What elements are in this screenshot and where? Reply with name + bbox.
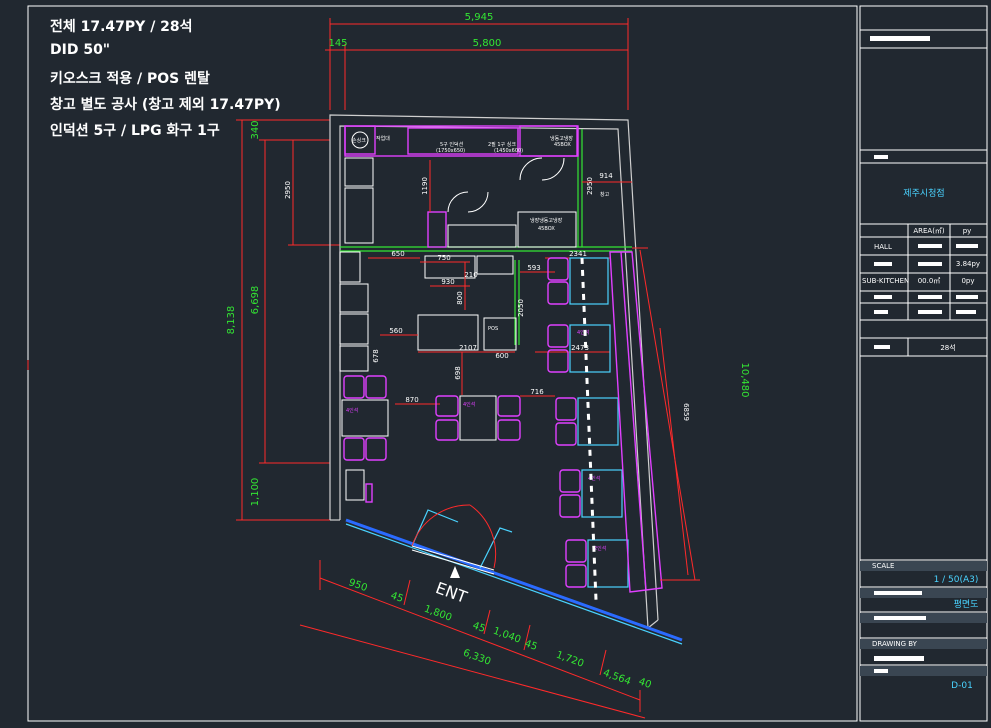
dim-bottom-40: 40	[637, 676, 653, 691]
label-induction-dim: (1750x650)	[436, 148, 465, 154]
dim-bottom-4564: 4,564	[602, 668, 633, 688]
row-sub-area: 00.0㎡	[918, 277, 941, 285]
dim-bottom-45c: 45	[523, 638, 539, 653]
dim-870: 870	[405, 396, 418, 404]
dim-678: 678	[372, 349, 380, 362]
interior-dimensions: 650 750 930 210 800 560 2107 600 2050 59…	[368, 160, 632, 405]
label-pos: POS	[488, 326, 498, 332]
dim-650: 650	[391, 250, 404, 258]
label-seat4-right1: 4인석	[577, 329, 589, 336]
drawing-name: 평면도	[954, 599, 979, 610]
dim-top-offset: 145	[328, 38, 347, 49]
dim-left-mid: 6,698	[250, 286, 261, 315]
label-seat2-right: 2인석	[594, 545, 606, 552]
label-shelf: 작업대	[376, 135, 390, 142]
drawing-number: D-01	[951, 681, 973, 691]
scale-value: 1 / 50(A3)	[934, 575, 979, 585]
entrance-label: ENT	[433, 578, 470, 607]
note-did: DID 50"	[50, 42, 111, 58]
aisle-centerline	[580, 257, 598, 601]
dim-2050: 2050	[517, 299, 525, 317]
note-kiosk: 키오스크 적용 / POS 렌탈	[50, 71, 210, 87]
dim-left-overall: 8,138	[226, 306, 237, 335]
dim-560: 560	[389, 327, 402, 335]
row-hall-label: HALL	[874, 243, 892, 251]
dim-top-inner: 5,800	[473, 38, 502, 49]
label-sink-dim: (1450x600)	[494, 148, 523, 154]
dim-1190: 1190	[421, 177, 429, 195]
dim-bottom-950: 950	[347, 577, 369, 594]
row-sub-py: 0py	[961, 277, 974, 285]
scale-label: SCALE	[872, 562, 894, 570]
label-fridge45-mid: 45BOX	[538, 226, 555, 232]
dim-698: 698	[454, 366, 462, 379]
dim-593: 593	[527, 264, 540, 272]
area-header: AREA(㎡)	[913, 227, 945, 235]
dim-left-bottom: 1,100	[250, 478, 261, 507]
seat-count: 28석	[940, 343, 955, 352]
label-fridge-top: 냉동고냉장	[550, 135, 573, 142]
note-induction: 인덕션 5구 / LPG 화구 1구	[50, 123, 220, 139]
dim-800: 800	[456, 291, 464, 304]
dim-716: 716	[530, 388, 544, 396]
dim-left-top: 340	[250, 120, 261, 139]
drawing-by: DRAWING BY	[872, 640, 918, 648]
dim-bottom-1040: 1,040	[492, 626, 523, 646]
dim-930: 930	[441, 278, 454, 286]
dim-bottom-6330: 6,330	[462, 648, 493, 668]
dim-600: 600	[495, 352, 508, 360]
note-storage: 창고 별도 공사 (창고 제외 17.47PY)	[50, 97, 281, 113]
project-name: 제주시청점	[903, 187, 944, 199]
entrance-facade: ENT	[345, 504, 683, 645]
title-block: 제주시청점 AREA(㎡) py HALL 3.84py SUB-KITCHEN…	[860, 29, 987, 691]
row-sub-label: SUB-KITCHEN	[862, 277, 909, 285]
right-dimensions: 10,480 6859	[632, 247, 750, 581]
py-header: py	[963, 227, 972, 235]
dim-2107: 2107	[459, 344, 477, 352]
label-storage: 창고	[600, 191, 610, 198]
label-fridge-mid: 냉장냉동고냉장	[530, 217, 563, 224]
label-sink: 2필 1구 싱크	[488, 141, 516, 148]
label-seat4-left: 4인석	[346, 407, 358, 414]
dim-top-overall: 5,945	[465, 12, 494, 23]
label-seat4-mid: 4인석	[463, 401, 475, 408]
dim-right-kitchen-b: 914	[599, 172, 613, 180]
dim-right-kitchen-a: 2950	[586, 177, 594, 195]
label-induction: 5구 인덕션	[440, 141, 464, 148]
dining-tables: 4인석 4인석 4인석 4인석 2인석	[341, 251, 663, 593]
row-hall-py: 3.84py	[956, 260, 980, 268]
dim-bottom-1720: 1,720	[555, 650, 586, 670]
bottom-dimensions: 950 45 1,800 45 1,040 45 1,720 4,564 40 …	[299, 560, 653, 719]
label-fridge45-top: 45BOX	[554, 142, 571, 148]
dim-2341: 2341	[569, 250, 587, 258]
kitchen-equipment: 손싱크 5구 인덕션 (1750x650) 2필 1구 싱크 (1450x600…	[339, 125, 610, 372]
dim-750: 750	[437, 254, 450, 262]
dim-right-inner: 6859	[682, 403, 690, 421]
left-dimensions: 8,138 6,698 1,100 340 2950	[226, 119, 340, 521]
dim-bottom-45a: 45	[389, 590, 405, 605]
dim-210: 210	[464, 271, 477, 279]
note-total-area: 전체 17.47PY / 28석	[50, 19, 193, 35]
dim-right-diag: 10,480	[739, 363, 750, 398]
top-dimensions: 5,945 5,800 145	[325, 12, 629, 110]
label-hand-sink: 손싱크	[352, 137, 366, 144]
dim-bottom-1800: 1,800	[423, 604, 454, 624]
kitchen-partition	[340, 129, 632, 345]
dim-left-kitchen: 2950	[284, 181, 292, 199]
